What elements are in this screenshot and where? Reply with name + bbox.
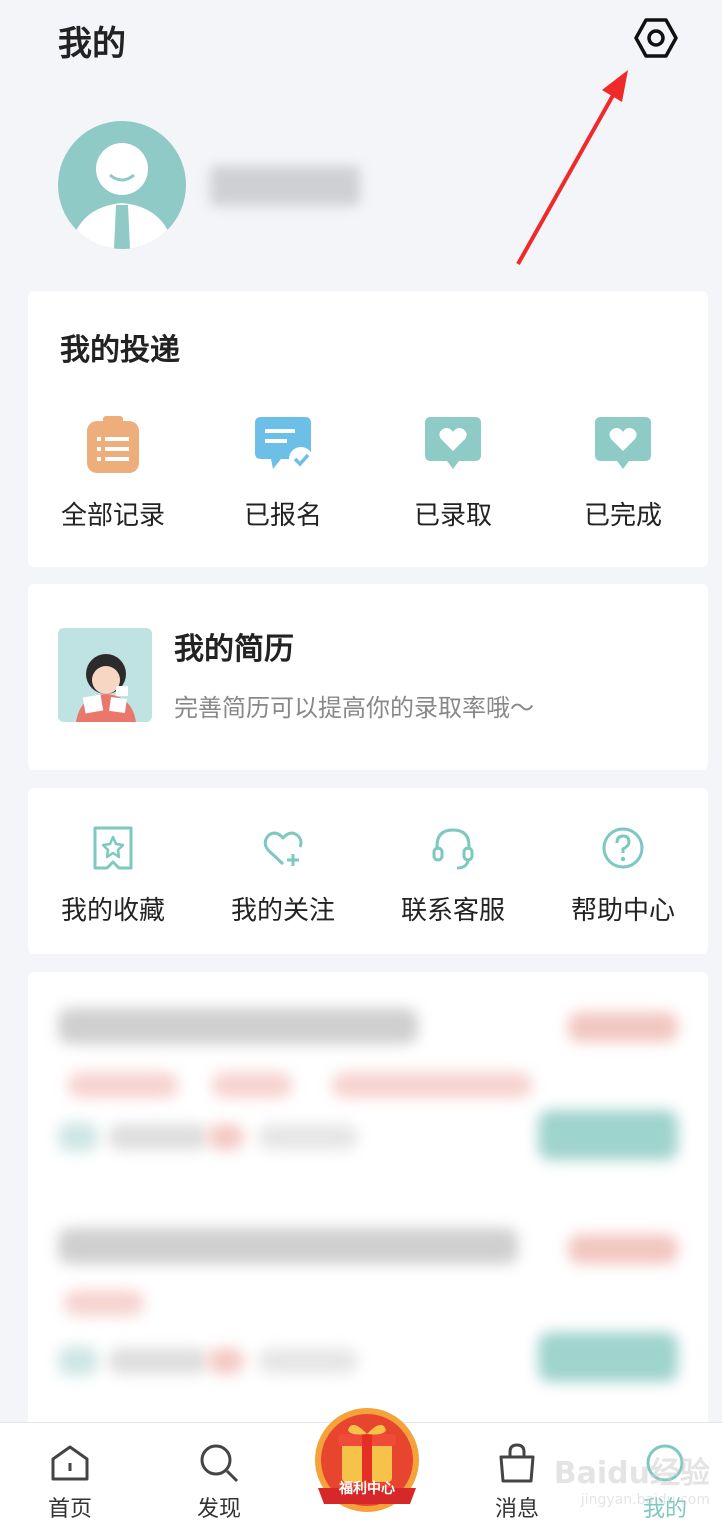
list-item-tag-blur [68,1072,178,1098]
tab-home[interactable]: 首页 [15,1441,125,1523]
tool-label: 联系客服 [400,896,505,926]
list-item-tag-blur [332,1072,532,1098]
tab-label: 首页 [47,1497,92,1522]
heart-bubble-icon [421,413,485,477]
watermark-url: jingyan.baidu.com [580,1492,710,1508]
chat-check-icon [251,413,315,477]
delivery-card: 我的投递 全部记录 已报名 已录取 已完成 [28,291,708,567]
bag-icon [495,1441,539,1485]
delivery-completed[interactable]: 已完成 [538,413,708,532]
home-icon [48,1441,92,1485]
annotation-arrow [516,70,628,265]
list-item-button-blur [538,1332,678,1382]
welfare-center-label: 福利中心 [339,1481,395,1497]
resume-card[interactable]: 我的简历 完善简历可以提高你的录取率哦～ [28,584,708,770]
page-title: 我的 [58,24,126,64]
list-item-meta-blur [208,1124,244,1150]
heart-plus-icon [259,824,307,872]
heart-bubble-icon [591,413,655,477]
tool-label: 我的关注 [230,896,335,926]
list-item-price-blur [568,1012,678,1042]
search-icon [197,1441,241,1485]
delivery-registered[interactable]: 已报名 [198,413,368,532]
tool-help-center[interactable]: 帮助中心 [538,824,708,927]
delivery-title: 我的投递 [60,333,180,368]
settings-button[interactable] [632,14,680,62]
tool-label: 我的收藏 [60,896,165,926]
tab-discover[interactable]: 发现 [164,1441,274,1523]
delivery-item-label: 已录取 [413,501,492,531]
tool-favorites[interactable]: 我的收藏 [28,824,198,927]
recommend-list [28,972,708,1432]
hexagon-gear-icon [634,18,678,58]
headset-icon [429,824,477,872]
list-item-meta-blur [208,1348,244,1374]
delivery-item-label: 已报名 [243,501,322,531]
tools-card: 我的收藏 我的关注 联系客服 帮助中心 [28,788,708,954]
list-item-price-blur [568,1234,678,1264]
resume-title: 我的简历 [174,632,294,667]
gift-icon [315,1408,419,1512]
list-item-meta-blur [58,1122,98,1152]
list-item-button-blur [538,1110,678,1160]
clipboard-icon [81,413,145,477]
help-circle-icon [599,824,647,872]
delivery-all-records[interactable]: 全部记录 [28,413,198,532]
avatar[interactable] [58,121,186,249]
tab-label: 发现 [196,1497,241,1522]
list-item-title-blur [58,1228,518,1264]
list-item-tag-blur [212,1072,292,1098]
list-item-meta-blur [258,1124,358,1150]
list-item-meta-blur [58,1346,98,1376]
list-item-meta-blur [258,1348,358,1374]
list-item-tag-blur [64,1290,144,1316]
baidu-watermark: Baidu经验 jingyan.baidu.com [552,1440,722,1536]
list-item-title-blur [58,1008,418,1044]
delivery-item-label: 已完成 [583,501,662,531]
avatar-person-icon [70,143,174,249]
delivery-admitted[interactable]: 已录取 [368,413,538,532]
list-item-meta-blur [108,1124,208,1150]
resume-illustration [58,628,152,722]
delivery-item-label: 全部记录 [60,501,165,531]
welfare-center-button[interactable]: 福利中心 [312,1404,422,1524]
watermark-text: Baidu经验 [553,1456,710,1491]
tool-customer-service[interactable]: 联系客服 [368,824,538,927]
resume-subtitle: 完善简历可以提高你的录取率哦～ [174,694,534,722]
tool-label: 帮助中心 [570,896,675,926]
list-item-meta-blur [108,1348,208,1374]
tool-following[interactable]: 我的关注 [198,824,368,927]
username [210,166,360,206]
star-badge-icon [89,824,137,872]
